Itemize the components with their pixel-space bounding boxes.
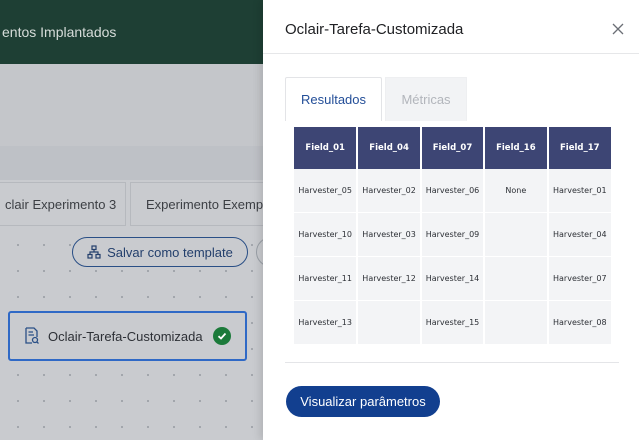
table-cell: Harvester_05 [294, 169, 359, 213]
tab-experiment-example-label: Experimento Exempl [146, 196, 266, 212]
tab-resultados-label: Resultados [300, 92, 367, 107]
table-cell: Harvester_09 [420, 212, 486, 257]
tab-metricas[interactable]: Métricas [385, 77, 467, 121]
table-cell: Harvester_12 [357, 256, 422, 301]
tab-experiment-example[interactable]: Experimento Exempl [130, 182, 270, 226]
tab-experiment-3-label: clair Experimento 3 [5, 196, 117, 212]
document-search-icon [24, 327, 40, 345]
tab-metricas-label: Métricas [401, 92, 451, 107]
table-row: Harvester_10 Harvester_03 Harvester_09 H… [294, 212, 611, 257]
column-header[interactable]: Field_01 [294, 127, 359, 169]
tab-experiment-3[interactable]: clair Experimento 3 [0, 182, 126, 226]
table-row: Harvester_13 Harvester_15 Harvester_08 [294, 300, 611, 345]
column-header[interactable]: Field_17 [547, 127, 611, 169]
task-node-label: Oclair-Tarefa-Customizada [48, 328, 203, 344]
table-cell: Harvester_10 [294, 212, 359, 257]
column-header[interactable]: Field_04 [357, 127, 422, 169]
table-row: Harvester_11 Harvester_12 Harvester_14 H… [294, 256, 611, 301]
table-cell: Harvester_01 [547, 169, 611, 213]
task-node[interactable]: Oclair-Tarefa-Customizada [8, 311, 247, 361]
table-cell [484, 300, 549, 345]
save-template-button[interactable]: Salvar como template [72, 237, 248, 267]
sitemap-icon [87, 245, 101, 259]
column-header[interactable]: Field_16 [484, 127, 549, 169]
column-header[interactable]: Field_07 [420, 127, 486, 169]
experiment-tabs: clair Experimento 3 Experimento Exempl [0, 182, 270, 226]
table-cell: Harvester_02 [357, 169, 422, 213]
table-row: Harvester_05 Harvester_02 Harvester_06 N… [294, 169, 611, 213]
toolbar-area [0, 64, 270, 146]
table-cell: Harvester_13 [294, 300, 359, 345]
table-cell [484, 256, 549, 301]
save-template-label: Salvar como template [107, 244, 233, 260]
panel-header: Oclair-Tarefa-Customizada [263, 0, 639, 54]
table-cell: Harvester_07 [547, 256, 611, 301]
task-details-panel: Oclair-Tarefa-Customizada Resultados Mét… [263, 0, 639, 440]
background-app: entos Implantados clair Experimento 3 Ex… [0, 0, 270, 440]
app-header: entos Implantados [0, 0, 270, 64]
table-cell: Harvester_03 [357, 212, 422, 257]
table-cell: Harvester_04 [547, 212, 611, 257]
table-cell: Harvester_14 [420, 256, 486, 301]
table-cell: Harvester_08 [547, 300, 611, 345]
tab-resultados[interactable]: Resultados [285, 77, 382, 121]
panel-divider [285, 362, 619, 363]
results-table: Field_01 Field_04 Field_07 Field_16 Fiel… [294, 127, 611, 345]
success-check-icon [213, 327, 231, 345]
table-cell: Harvester_11 [294, 256, 359, 301]
app-header-title: entos Implantados [2, 24, 117, 40]
table-cell: Harvester_06 [420, 169, 486, 213]
subheader-band [0, 146, 270, 180]
table-cell [357, 300, 422, 345]
view-parameters-button[interactable]: Visualizar parâmetros [286, 386, 440, 417]
panel-title: Oclair-Tarefa-Customizada [285, 21, 464, 38]
table-cell: None [484, 169, 549, 213]
close-icon[interactable] [611, 22, 625, 36]
table-header-row: Field_01 Field_04 Field_07 Field_16 Fiel… [294, 127, 611, 169]
table-cell [484, 212, 549, 257]
table-cell: Harvester_15 [420, 300, 486, 345]
